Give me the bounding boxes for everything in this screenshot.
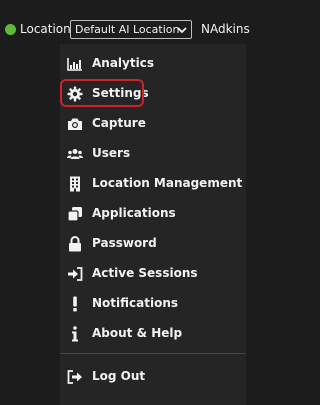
clone-icon	[67, 206, 83, 222]
menu-item-log-out[interactable]: Log Out	[60, 362, 246, 392]
menu-item-label: Analytics	[92, 56, 154, 70]
settings-highlight-box	[60, 79, 144, 107]
menu-item-location-management[interactable]: Location Management	[60, 169, 246, 199]
bar-chart-icon	[67, 56, 83, 72]
location-select[interactable]: Default AI Location	[70, 20, 192, 39]
status-indicator	[5, 24, 16, 35]
location-select-value: Default AI Location	[75, 23, 180, 36]
menu-item-label: Log Out	[92, 369, 146, 383]
chevron-down-icon	[177, 26, 187, 34]
lock-icon	[67, 236, 83, 252]
menu-item-label: Capture	[92, 116, 146, 130]
menu-item-label: Active Sessions	[92, 266, 198, 280]
menu-item-analytics[interactable]: Analytics	[60, 49, 246, 79]
exclamation-icon	[67, 296, 83, 312]
menu-item-capture[interactable]: Capture	[60, 109, 246, 139]
menu-divider	[60, 353, 246, 354]
menu-item-users[interactable]: Users	[60, 139, 246, 169]
menu-item-notifications[interactable]: Notifications	[60, 289, 246, 319]
menu-item-label: Location Management	[92, 176, 243, 190]
location-label: Location:	[20, 22, 75, 36]
menu-item-applications[interactable]: Applications	[60, 199, 246, 229]
menu-item-label: Users	[92, 146, 131, 160]
menu-item-label: About & Help	[92, 326, 183, 340]
top-bar: Location: Default AI Location NAdkins	[0, 0, 257, 44]
menu-item-label: Password	[92, 236, 157, 250]
camera-icon	[67, 116, 83, 132]
building-icon	[67, 176, 83, 192]
sign-in-icon	[67, 266, 83, 282]
info-icon	[67, 326, 83, 342]
menu-item-label: Notifications	[92, 296, 179, 310]
sign-out-icon	[67, 369, 83, 385]
username[interactable]: NAdkins	[201, 22, 250, 36]
users-icon	[67, 146, 83, 162]
menu-item-password[interactable]: Password	[60, 229, 246, 259]
menu-item-about-help[interactable]: About & Help	[60, 319, 246, 349]
menu-item-active-sessions[interactable]: Active Sessions	[60, 259, 246, 289]
menu-item-label: Applications	[92, 206, 176, 220]
